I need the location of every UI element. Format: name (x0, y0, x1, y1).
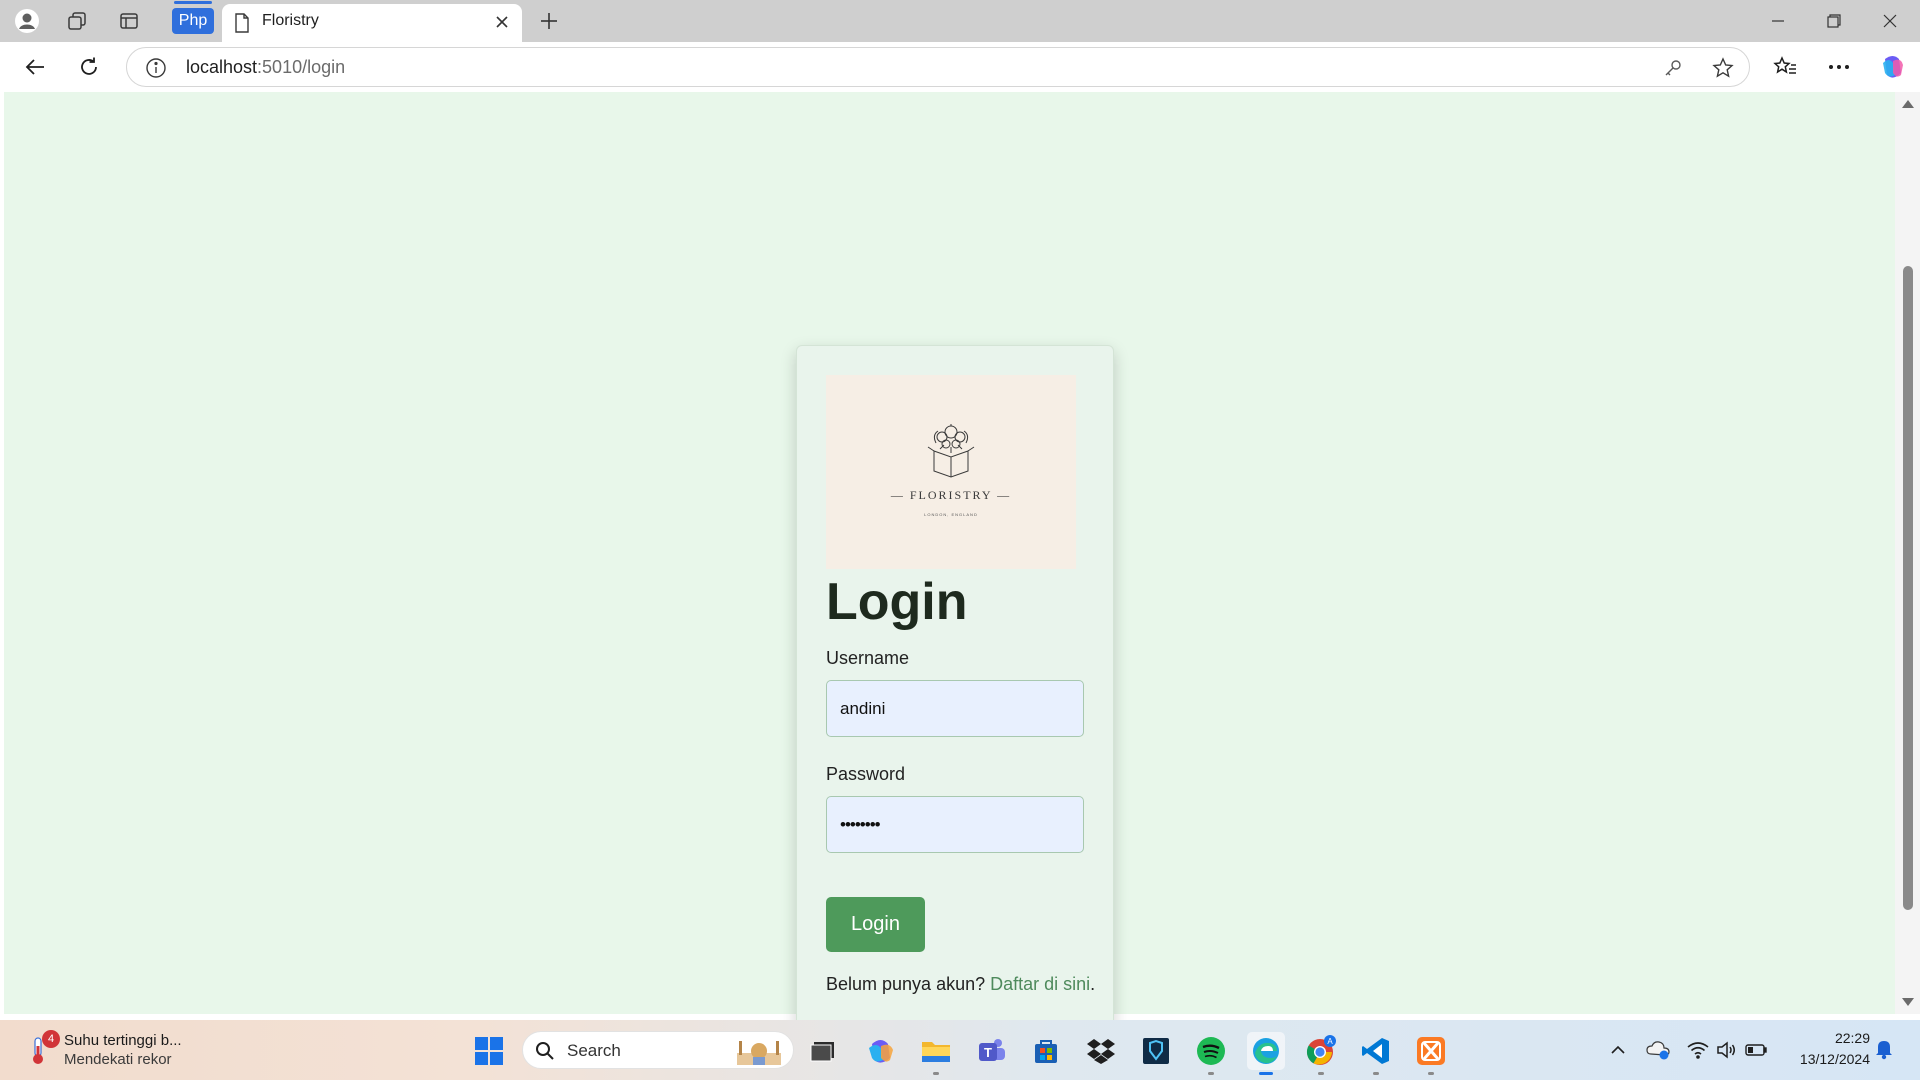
close-tab-icon[interactable] (490, 10, 514, 34)
taskbar-spotify-icon[interactable] (1192, 1032, 1230, 1075)
scroll-thumb[interactable] (1903, 266, 1913, 910)
volume-icon[interactable] (1714, 1038, 1738, 1062)
search-icon (536, 1042, 554, 1060)
floristry-logo: — FLORISTRY — LONDON, ENGLAND (826, 375, 1076, 569)
favorite-star-icon[interactable] (1711, 56, 1735, 80)
clock-date: 13/12/2024 (1799, 1051, 1870, 1067)
tab-title: Floristry (262, 12, 319, 29)
weather-widget[interactable]: 4 Suhu tertinggi b... Mendekati rekor (26, 1028, 206, 1072)
signup-link[interactable]: Daftar di sini (990, 974, 1090, 994)
refresh-icon[interactable] (72, 50, 106, 84)
clock-time: 22:29 (1834, 1030, 1870, 1046)
address-bar[interactable]: localhost:5010/login (126, 47, 1750, 87)
taskbar-ssms-icon[interactable] (1137, 1032, 1175, 1070)
taskbar-teams-icon[interactable]: T (972, 1032, 1010, 1070)
onedrive-icon[interactable] (1646, 1038, 1670, 1062)
page-scrollbar[interactable] (1895, 92, 1920, 1014)
notification-bell-icon[interactable] (1874, 1038, 1894, 1065)
scroll-down-arrow-icon[interactable] (1902, 998, 1914, 1006)
password-label: Password (826, 764, 906, 784)
search-placeholder: Search (567, 1041, 621, 1060)
workspaces-icon[interactable] (62, 6, 92, 36)
signup-prompt-text: Belum punya akun? (826, 974, 986, 994)
more-options-icon[interactable] (1822, 50, 1856, 84)
pinned-tab-label: Php (178, 12, 208, 29)
show-hidden-icons-chevron-icon[interactable] (1606, 1038, 1630, 1062)
browser-toolbar: localhost:5010/login (0, 42, 1920, 92)
document-icon (234, 13, 250, 38)
running-indicator (1373, 1072, 1379, 1075)
taskbar-copilot-icon[interactable] (862, 1032, 900, 1070)
vertical-tabs-icon[interactable] (114, 6, 144, 36)
minimize-icon[interactable] (1750, 0, 1806, 42)
taskbar-file-explorer-icon[interactable] (917, 1032, 955, 1075)
running-indicator (1208, 1072, 1214, 1075)
mosque-illustration-icon (737, 1041, 781, 1065)
signup-period: . (1090, 974, 1096, 994)
browser-tab-strip: Php Floristry (0, 0, 1920, 42)
logo-name: — FLORISTRY — (890, 488, 1012, 502)
taskbar-xampp-icon[interactable] (1412, 1032, 1450, 1075)
svg-text:A: A (1327, 1037, 1333, 1046)
tab-floristry[interactable]: Floristry (222, 4, 522, 42)
login-heading: Login (826, 573, 968, 631)
url-host: localhost (186, 57, 258, 77)
restore-icon[interactable] (1806, 0, 1862, 42)
logo-tagline: LONDON, ENGLAND (924, 512, 978, 517)
flower-box-logo-icon (927, 424, 975, 478)
taskbar-edge-icon[interactable] (1247, 1032, 1285, 1075)
taskbar-task-view[interactable] (804, 1032, 842, 1070)
running-indicator-active (1259, 1072, 1273, 1075)
back-arrow-icon[interactable] (18, 50, 52, 84)
scroll-up-arrow-icon[interactable] (1902, 100, 1914, 108)
password-key-icon[interactable] (1661, 56, 1685, 80)
close-window-icon[interactable] (1862, 0, 1918, 42)
windows-taskbar: 4 Suhu tertinggi b... Mendekati rekor Se… (0, 1020, 1920, 1080)
url-text[interactable]: localhost:5010/login (186, 57, 345, 78)
new-tab-icon[interactable] (534, 6, 564, 36)
site-info-icon[interactable] (145, 57, 167, 84)
weather-subtitle: Mendekati rekor (64, 1051, 172, 1068)
taskbar-dropbox-icon[interactable] (1082, 1032, 1120, 1070)
taskbar-chrome-icon[interactable]: A (1302, 1032, 1340, 1075)
svg-text:T: T (984, 1045, 992, 1060)
login-button[interactable]: Login (826, 897, 925, 952)
copilot-icon[interactable] (1876, 50, 1910, 84)
url-path: :5010/login (257, 57, 346, 77)
password-input[interactable]: •••••••• (826, 796, 1084, 853)
battery-icon[interactable] (1744, 1038, 1768, 1062)
login-card: — FLORISTRY — LONDON, ENGLAND Login User… (796, 345, 1114, 1047)
wifi-icon[interactable] (1686, 1038, 1710, 1062)
taskbar-vscode-icon[interactable] (1357, 1032, 1395, 1075)
running-indicator (1318, 1072, 1324, 1075)
weather-alert-badge: 4 (42, 1030, 60, 1048)
weather-title: Suhu tertinggi b... (64, 1032, 182, 1049)
running-indicator (933, 1072, 939, 1075)
username-input[interactable]: andini (826, 680, 1084, 737)
taskbar-store-icon[interactable] (1027, 1032, 1065, 1070)
favorites-icon[interactable] (1768, 50, 1802, 84)
username-label: Username (826, 648, 910, 668)
page-content: — FLORISTRY — LONDON, ENGLAND Login User… (4, 92, 1895, 1047)
windows-start-icon[interactable] (474, 1036, 504, 1066)
profile-icon[interactable] (12, 6, 42, 36)
taskbar-search[interactable]: Search (522, 1031, 794, 1069)
running-indicator (1428, 1072, 1434, 1075)
signup-prompt: Belum punya akun? Daftar di sini. (826, 974, 1095, 995)
pinned-tab-php[interactable]: Php (172, 1, 214, 34)
system-clock[interactable]: 22:29 13/12/2024 (1780, 1028, 1870, 1070)
